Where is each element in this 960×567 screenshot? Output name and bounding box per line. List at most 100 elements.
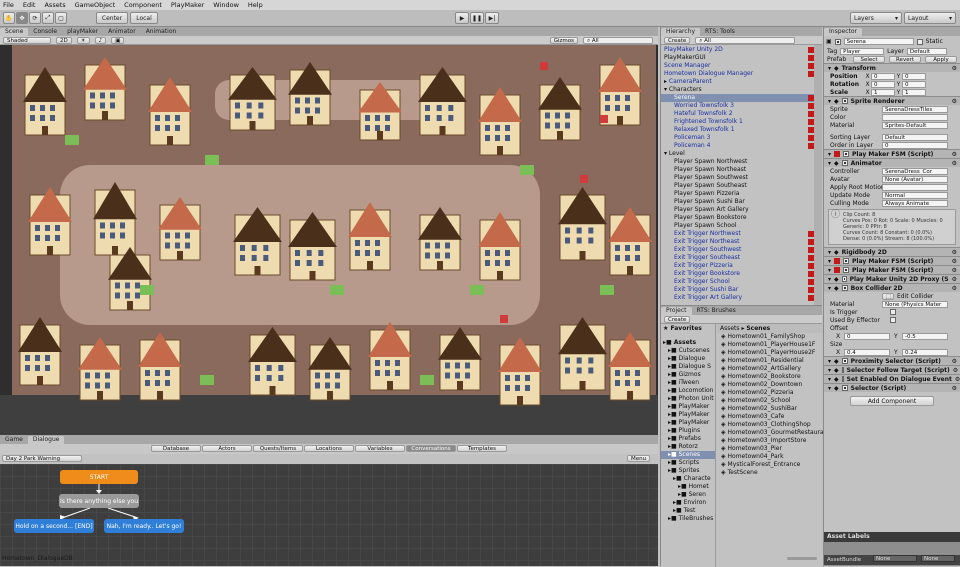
hierarchy-item[interactable]: Exit Trigger Sushi Bar (661, 286, 822, 294)
folder-item[interactable]: ▸■ PlayMaker (661, 411, 715, 419)
used-by-effector-checkbox[interactable] (890, 317, 896, 323)
scene-file-item[interactable]: ◈ Hometown04_Park (717, 453, 823, 461)
hierarchy-item[interactable]: Serena (661, 94, 822, 102)
tab-rts-tools[interactable]: RTS: Tools (700, 28, 740, 36)
gear-icon[interactable]: ⚙ (952, 285, 957, 292)
folder-item[interactable]: ▸■ Test (661, 507, 715, 515)
vector-y-field[interactable]: 0 (902, 72, 926, 80)
object-name-field[interactable]: Serena (843, 38, 914, 45)
tab-project[interactable]: Project (661, 307, 692, 315)
scene-file-item[interactable]: ◈ Hometown01_Residential (717, 357, 823, 365)
foldout-open-icon[interactable]: ▾ (828, 249, 831, 256)
component-enabled-checkbox[interactable] (841, 376, 844, 382)
tab-animation[interactable]: Animation (141, 28, 182, 36)
property-field[interactable]: None (Avatar) (882, 175, 948, 183)
scale-tool-icon[interactable]: ⤢ (42, 12, 54, 24)
folder-item[interactable]: ▸■ Dialogue (661, 355, 715, 363)
foldout-open-icon[interactable]: ▾ (828, 267, 831, 274)
menu-item[interactable]: File (3, 1, 14, 9)
gear-icon[interactable]: ⚙ (955, 376, 960, 383)
scene-file-item[interactable]: ◈ Hometown03_ClothingShop (717, 421, 823, 429)
component-header[interactable]: ▾ ◆ Play Maker Unity 2D Proxy (S ⚙ (824, 274, 960, 283)
hierarchy-item[interactable]: Exit Trigger Southwest (661, 246, 822, 254)
component-header[interactable]: ▾ ◆ Selector Follow Target (Script) ⚙ (824, 365, 960, 374)
folder-item[interactable]: ▸■ Environ (661, 499, 715, 507)
vector-x-field[interactable]: 0 (871, 80, 895, 88)
hierarchy-item[interactable]: Policeman 4 (661, 142, 822, 150)
component-header[interactable]: ▾ Play Maker FSM (Script) ⚙ (824, 265, 960, 274)
scene-file-item[interactable]: ◈ Hometown03_Cafe (717, 413, 823, 421)
component-enabled-checkbox[interactable] (841, 358, 848, 364)
hierarchy-item[interactable]: Player Spawn Northwest (661, 158, 822, 166)
size-y-field[interactable]: 0.24 (902, 348, 948, 356)
component-enabled-checkbox[interactable] (841, 160, 848, 166)
gear-icon[interactable]: ⚙ (952, 276, 957, 283)
hierarchy-item[interactable]: PlayMakerGUI (661, 54, 822, 62)
folder-item[interactable]: ▸■ PlayMaker (661, 419, 715, 427)
hierarchy-item[interactable]: Player Spawn Sushi Bar (661, 198, 822, 206)
scene-file-item[interactable]: ◈ Hometown02_Bookstore (717, 373, 823, 381)
foldout-open-icon[interactable]: ▾ (828, 276, 831, 283)
vector-x-field[interactable]: 1 (871, 88, 895, 96)
tab-rts-brushes[interactable]: RTS: Brushes (692, 307, 741, 315)
hierarchy-item[interactable]: ▾ Characters (661, 86, 822, 94)
menu-item[interactable]: Component (124, 1, 162, 9)
component-header[interactable]: ▾ ◆ Set Enabled On Dialogue Event ⚙ (824, 374, 960, 383)
gear-icon[interactable]: ⚙ (952, 65, 957, 72)
property-field[interactable]: Always Animate (882, 199, 948, 207)
2d-toggle[interactable]: 2D (56, 36, 72, 44)
scene-file-item[interactable]: ◈ Hometown01_PlayerHouse2F (717, 349, 823, 357)
gear-icon[interactable]: ⚙ (952, 151, 957, 158)
property-field[interactable]: Default (882, 133, 948, 141)
prefab-revert-button[interactable]: Revert (889, 55, 921, 63)
menu-item[interactable]: Window (213, 1, 239, 9)
tab-quests-items[interactable]: Quests/Items (253, 445, 303, 452)
component-enabled-checkbox[interactable] (841, 276, 847, 282)
hierarchy-item[interactable]: Exit Trigger Northeast (661, 238, 822, 246)
folder-item[interactable]: ▸■ Scripts (661, 459, 715, 467)
folder-item[interactable]: ▸■ Dialogue S (661, 363, 715, 371)
foldout-open-icon[interactable]: ▾ (828, 358, 831, 365)
vector-y-field[interactable]: 1 (902, 88, 926, 96)
folder-item[interactable]: ▸■ Prefabs (661, 435, 715, 443)
hierarchy-item[interactable]: Hateful Townsfolk 2 (661, 110, 822, 118)
player-reply-node[interactable]: Nah, I'm ready.. Let's go! (104, 519, 184, 533)
menu-item[interactable]: GameObject (75, 1, 116, 9)
start-node[interactable]: START (60, 470, 138, 484)
foldout-open-icon[interactable]: ▾ (828, 367, 831, 374)
lighting-toggle-icon[interactable]: ☀ (76, 36, 90, 44)
hierarchy-item[interactable]: Exit Trigger Bookstore (661, 270, 822, 278)
property-field[interactable]: Normal (882, 191, 948, 199)
tab-animator[interactable]: Animator (103, 28, 141, 36)
gear-icon[interactable]: ⚙ (952, 258, 957, 265)
project-create-button[interactable]: Create (664, 315, 691, 323)
hierarchy-item[interactable]: Player Spawn Southeast (661, 182, 822, 190)
scene-file-item[interactable]: ◈ Hometown03_ImportStore (717, 437, 823, 445)
foldout-open-icon[interactable]: ▾ (828, 98, 831, 105)
offset-x-field[interactable]: 0 (844, 332, 890, 340)
offset-y-field[interactable]: -0.5 (902, 332, 948, 340)
scene-file-item[interactable]: ◈ MysticalForest_Entrance (717, 461, 823, 469)
layers-dropdown[interactable]: Layers ▾ (850, 12, 902, 24)
scene-file-item[interactable]: ◈ Hometown03_Pier (717, 445, 823, 453)
step-button[interactable]: ▶| (485, 12, 499, 24)
component-enabled-checkbox[interactable] (841, 285, 848, 291)
scene-search-input[interactable]: ⌕ All (583, 36, 653, 44)
tab-inspector[interactable]: Inspector (824, 28, 862, 36)
component-enabled-checkbox[interactable] (843, 258, 850, 264)
is-trigger-checkbox[interactable] (890, 309, 896, 315)
scene-viewport[interactable] (0, 45, 658, 435)
breadcrumb-scenes[interactable]: Scenes (746, 325, 770, 332)
hierarchy-item[interactable]: Player Spawn Bookstore (661, 214, 822, 222)
hierarchy-item[interactable]: Hometown Dialogue Manager (661, 70, 822, 78)
property-field[interactable]: SerenaDress_Cor (882, 167, 948, 175)
folder-item[interactable]: ▸■ Gizmos (661, 371, 715, 379)
hierarchy-scrollbar[interactable] (814, 45, 822, 305)
hierarchy-item[interactable]: Policeman 3 (661, 134, 822, 142)
property-field[interactable] (882, 113, 948, 121)
component-header[interactable]: ▾ ◆ Selector (Script) ⚙ (824, 383, 960, 392)
component-header[interactable]: ▾ ◆ Transform ⚙ (824, 63, 960, 72)
scene-file-item[interactable]: ◈ Hometown02_School (717, 397, 823, 405)
gear-icon[interactable]: ⚙ (952, 160, 957, 167)
gear-icon[interactable]: ⚙ (952, 267, 957, 274)
